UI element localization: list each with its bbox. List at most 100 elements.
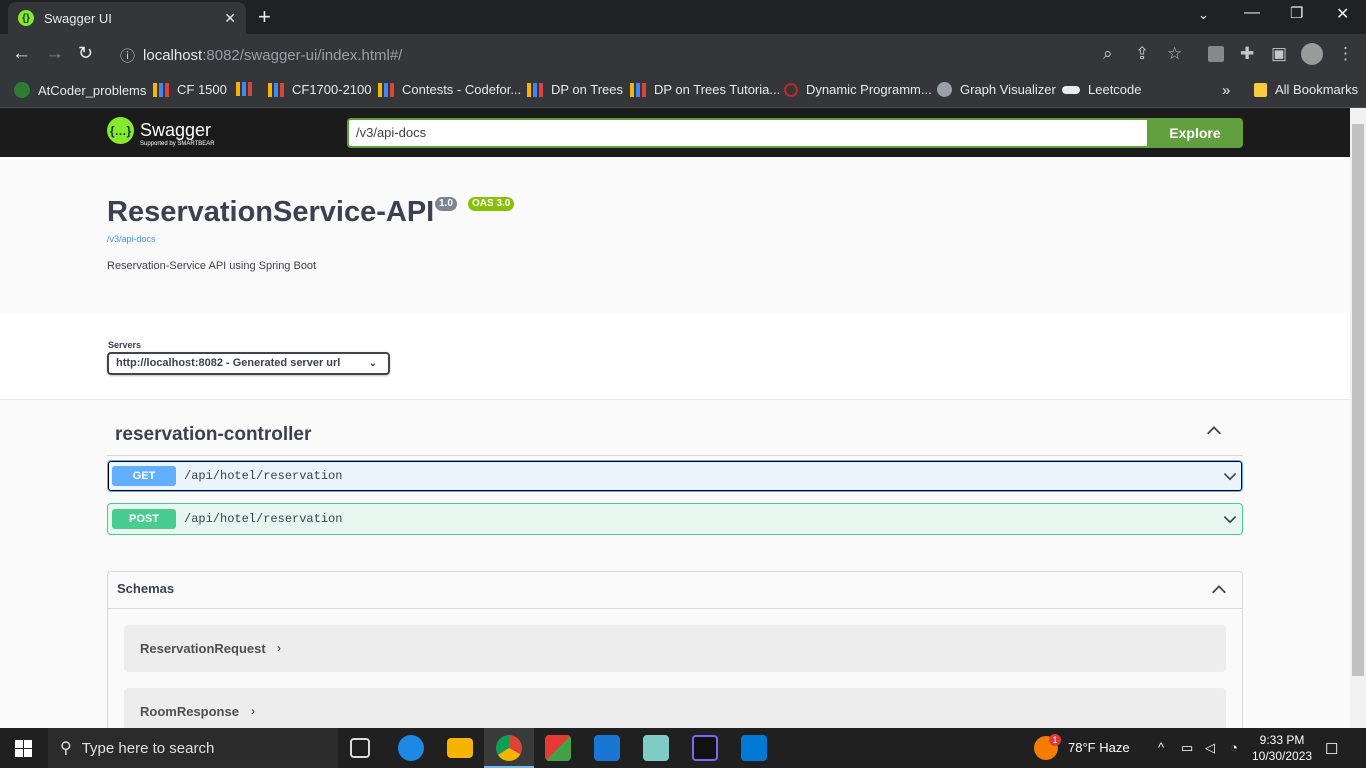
bookmark-cf1500[interactable]: CF 1500 xyxy=(153,82,227,97)
operation-path: /api/hotel/reservation xyxy=(184,469,343,483)
reload-icon[interactable]: ↻ xyxy=(78,43,93,64)
tag-title[interactable]: reservation-controller xyxy=(115,424,311,446)
minimize-icon[interactable]: — xyxy=(1244,4,1260,22)
scrollbar-thumb[interactable] xyxy=(1352,124,1364,676)
address-bar[interactable]: ⓘ localhost:8082/swagger-ui/index.html#/ xyxy=(108,39,1198,71)
bookmark-dynamic-programming[interactable]: Dynamic Programm... xyxy=(784,82,932,97)
page-scrollbar[interactable] xyxy=(1350,108,1366,728)
profile-avatar[interactable] xyxy=(1301,43,1323,65)
app-icon[interactable] xyxy=(545,735,571,761)
api-info: ReservationService-API 1.0 OAS 3.0 /v3/a… xyxy=(0,157,1350,313)
extensions-puzzle-icon[interactable]: ✚ xyxy=(1240,44,1254,64)
leetcode-icon xyxy=(1062,85,1080,94)
servers-select[interactable]: http://localhost:8082 - Generated server… xyxy=(107,352,390,375)
codeforces-icon xyxy=(153,82,169,97)
explore-button[interactable]: Explore xyxy=(1147,118,1243,148)
bookmark-contests[interactable]: Contests - Codefor... xyxy=(378,82,521,97)
close-window-icon[interactable]: ✕ xyxy=(1336,4,1349,24)
version-badge: 1.0 xyxy=(435,197,457,211)
back-icon[interactable]: ← xyxy=(12,43,31,65)
swagger-logo[interactable]: {…} Swagger Supported by SMARTBEAR xyxy=(107,117,215,147)
site-info-icon[interactable]: ⓘ xyxy=(120,45,135,66)
chevron-up-icon[interactable] xyxy=(1210,581,1228,599)
tab-search-icon[interactable]: ⌄ xyxy=(1198,7,1209,23)
battery-icon[interactable]: ▭ xyxy=(1181,740,1193,756)
bookmark-dp-trees-tutorial[interactable]: DP on Trees Tutoria... xyxy=(630,82,780,97)
volume-icon[interactable]: ◁ xyxy=(1205,740,1215,756)
schemas-title: Schemas xyxy=(117,581,175,596)
operation-path: /api/hotel/reservation xyxy=(184,512,343,526)
swagger-logo-sub: Supported by SMARTBEAR xyxy=(140,141,215,147)
chrome-icon[interactable] xyxy=(496,735,522,761)
bookmark-leetcode[interactable]: Leetcode xyxy=(1062,82,1142,97)
schemas-section: Schemas ReservationRequest › RoomRespons… xyxy=(107,571,1243,728)
oas-badge: OAS 3.0 xyxy=(468,197,515,211)
codeforces-icon xyxy=(630,82,646,97)
weather-badge: 1 xyxy=(1049,734,1061,746)
wifi-icon[interactable]: ◔ xyxy=(1230,740,1238,755)
codeforces-icon xyxy=(268,82,284,97)
more-bookmarks-icon[interactable]: » xyxy=(1222,82,1230,99)
quora-icon xyxy=(784,82,798,97)
zoom-icon[interactable]: ⌕ xyxy=(1103,44,1113,64)
all-bookmarks[interactable]: All Bookmarks xyxy=(1254,82,1358,97)
menu-kebab-icon[interactable]: ⋮ xyxy=(1337,44,1354,64)
forward-icon[interactable]: → xyxy=(45,43,64,65)
search-icon: ⚲ xyxy=(60,740,72,757)
intellij-icon[interactable] xyxy=(692,735,718,761)
bookmark-cf1700[interactable]: CF1700-2100 xyxy=(268,82,372,97)
bookmark-cf-folder[interactable] xyxy=(236,82,260,96)
tray-chevron-icon[interactable]: ^ xyxy=(1158,740,1164,755)
browser-toolbar: ← → ↻ ⓘ localhost:8082/swagger-ui/index.… xyxy=(0,34,1366,76)
chevron-right-icon: › xyxy=(277,641,281,655)
vscode-icon[interactable] xyxy=(741,735,767,761)
side-panel-icon[interactable]: ▣ xyxy=(1271,44,1287,64)
servers-section: Servers http://localhost:8082 - Generate… xyxy=(0,313,1350,400)
bookmark-label: Leetcode xyxy=(1088,82,1142,97)
extension-icon[interactable] xyxy=(1208,46,1224,62)
bookmark-star-icon[interactable]: ☆ xyxy=(1167,44,1182,64)
close-tab-icon[interactable]: ✕ xyxy=(224,10,236,27)
chevron-down-icon[interactable] xyxy=(1222,511,1238,527)
api-title: ReservationService-API xyxy=(107,196,435,228)
weather-text[interactable]: 78°F Haze xyxy=(1068,740,1130,755)
notes-icon[interactable] xyxy=(643,735,669,761)
browser-tab[interactable]: {} Swagger UI ✕ xyxy=(8,2,246,34)
schema-name: ReservationRequest xyxy=(140,641,266,656)
bookmark-label: Dynamic Programm... xyxy=(806,82,932,97)
bookmark-atcoder[interactable]: AtCoder_problems xyxy=(14,82,146,98)
bookmarks-bar: AtCoder_problems CF 1500 CF1700-2100 Con… xyxy=(0,76,1366,108)
servers-label: Servers xyxy=(108,340,142,350)
folder-icon xyxy=(1254,82,1267,97)
clock-date: 10/30/2023 xyxy=(1252,749,1313,763)
store-icon[interactable] xyxy=(594,735,620,761)
share-icon[interactable]: ⇪ xyxy=(1135,44,1149,64)
spec-url-input[interactable]: /v3/api-docs xyxy=(347,118,1147,148)
schemas-header[interactable]: Schemas xyxy=(108,572,1242,609)
url-host: localhost xyxy=(143,46,203,64)
method-badge: GET xyxy=(112,466,176,486)
bookmark-dp-trees[interactable]: DP on Trees xyxy=(527,82,623,97)
taskbar-clock[interactable]: 9:33 PM 10/30/2023 xyxy=(1252,732,1312,764)
restore-icon[interactable]: ❐ xyxy=(1290,4,1303,22)
bookmark-label: DP on Trees Tutoria... xyxy=(654,82,781,97)
windows-start-icon[interactable] xyxy=(15,740,32,757)
new-tab-icon[interactable]: + xyxy=(258,4,271,30)
bookmark-label: DP on Trees xyxy=(551,82,624,97)
operation-post[interactable]: POST /api/hotel/reservation xyxy=(107,503,1243,535)
schema-model[interactable]: RoomResponse › xyxy=(124,688,1226,728)
schema-model[interactable]: ReservationRequest › xyxy=(124,625,1226,672)
bookmark-graph-visualizer[interactable]: Graph Visualizer xyxy=(937,82,1056,97)
clock-time: 9:33 PM xyxy=(1259,733,1305,747)
file-explorer-icon[interactable] xyxy=(447,738,473,758)
notification-icon[interactable]: ☐ xyxy=(1325,740,1338,758)
spec-link[interactable]: /v3/api-docs xyxy=(107,234,156,244)
task-view-icon[interactable] xyxy=(350,738,370,758)
swagger-logo-text: Swagger xyxy=(140,120,212,140)
edge-icon[interactable] xyxy=(398,735,424,761)
chevron-down-icon[interactable] xyxy=(1222,468,1238,484)
operation-get[interactable]: GET /api/hotel/reservation xyxy=(107,460,1243,492)
taskbar-search[interactable]: ⚲ Type here to search xyxy=(48,728,338,768)
chevron-up-icon[interactable] xyxy=(1205,422,1223,440)
codeforces-icon xyxy=(236,82,252,96)
